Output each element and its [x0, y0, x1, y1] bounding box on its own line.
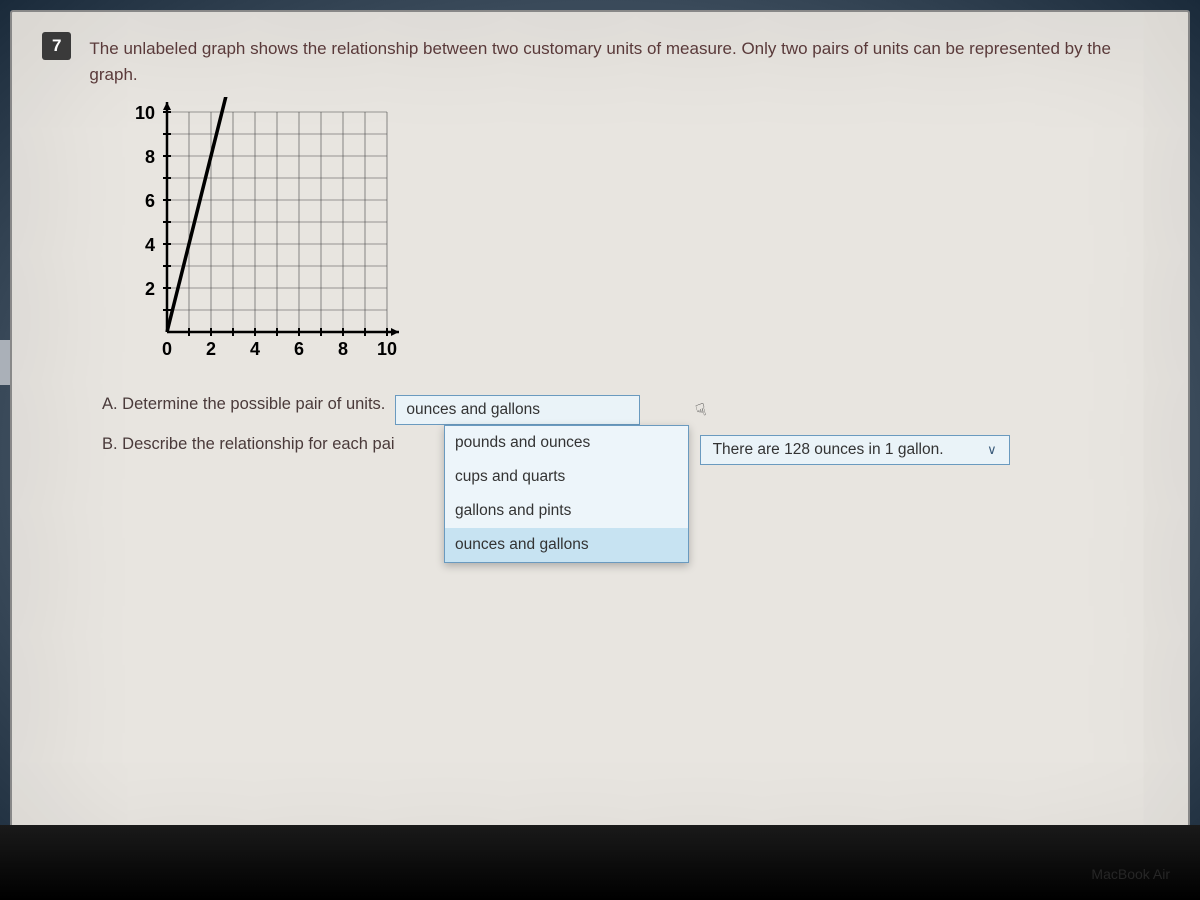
pointer-cursor-icon: ☟ [694, 400, 709, 422]
dropdown-option[interactable]: ounces and gallons [445, 528, 688, 562]
x-tick-0: 0 [162, 339, 172, 359]
x-tick-10: 10 [377, 339, 397, 359]
side-tab[interactable] [0, 340, 10, 385]
graph-container: 0 2 4 6 8 10 2 4 6 8 10 [122, 97, 412, 377]
question-number-badge: 7 [42, 32, 71, 60]
x-tick-4: 4 [250, 339, 260, 359]
y-tick-6: 6 [145, 191, 155, 211]
y-tick-4: 4 [145, 235, 155, 255]
dropdown-relationship-value: There are 128 ounces in 1 gallon. [713, 441, 944, 459]
dropdown-units-value: ounces and gallons [406, 401, 540, 419]
dropdown-relationship[interactable]: There are 128 ounces in 1 gallon. ∨ [700, 435, 1010, 465]
dropdown-option[interactable]: cups and quarts [445, 460, 688, 494]
y-tick-2: 2 [145, 279, 155, 299]
dropdown-units-list: pounds and ounces cups and quarts gallon… [444, 425, 689, 563]
line-graph: 0 2 4 6 8 10 2 4 6 8 10 [122, 97, 412, 377]
sub-questions: A. Determine the possible pair of units.… [102, 395, 1158, 465]
worksheet-page: 7 The unlabeled graph shows the relation… [10, 10, 1190, 873]
x-tick-6: 6 [294, 339, 304, 359]
y-tick-10: 10 [135, 103, 155, 123]
question-b-label: B. Describe the relationship for each pa… [102, 435, 395, 454]
device-label: MacBook Air [1091, 866, 1170, 882]
dropdown-units[interactable]: ounces and gallons [395, 395, 640, 425]
dropdown-option[interactable]: gallons and pints [445, 494, 688, 528]
question-text: The unlabeled graph shows the relationsh… [89, 32, 1158, 87]
device-bezel: MacBook Air [0, 825, 1200, 900]
question-a-row: A. Determine the possible pair of units.… [102, 395, 1158, 425]
y-tick-8: 8 [145, 147, 155, 167]
dropdown-option[interactable]: pounds and ounces [445, 426, 688, 460]
x-tick-8: 8 [338, 339, 348, 359]
question-a-label: A. Determine the possible pair of units. [102, 395, 385, 414]
chevron-down-icon: ∨ [987, 442, 997, 458]
x-tick-2: 2 [206, 339, 216, 359]
question-header: 7 The unlabeled graph shows the relation… [42, 32, 1158, 87]
